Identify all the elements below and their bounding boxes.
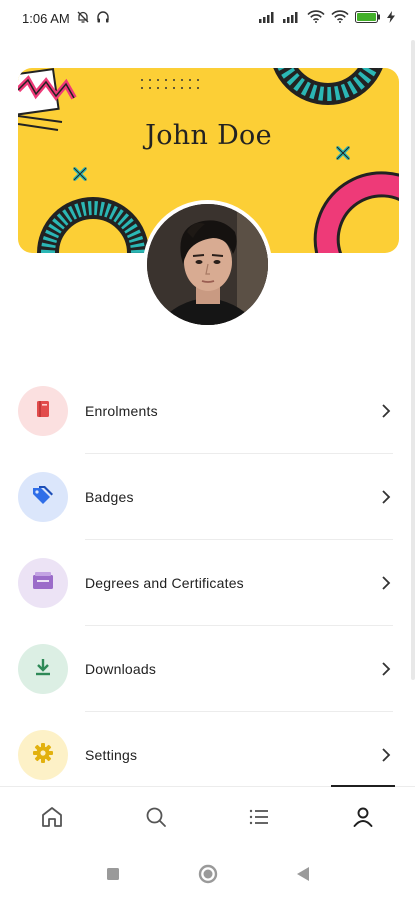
status-bar: 1:06 AM bbox=[0, 0, 415, 36]
profile-name: John Doe bbox=[145, 120, 272, 151]
tab-list[interactable] bbox=[208, 787, 312, 852]
menu-label-downloads: Downloads bbox=[85, 661, 157, 677]
home-circle-icon[interactable] bbox=[198, 864, 218, 889]
tab-search[interactable] bbox=[104, 787, 208, 852]
system-nav-bar bbox=[0, 852, 415, 900]
certificate-icon bbox=[31, 571, 55, 596]
chevron-right-icon bbox=[379, 748, 393, 762]
enrolments-icon-circle bbox=[18, 386, 68, 436]
status-right bbox=[259, 10, 395, 26]
chevron-right-icon bbox=[379, 490, 393, 504]
gear-icon bbox=[32, 742, 54, 769]
search-icon bbox=[144, 805, 168, 834]
menu-item-downloads[interactable]: Downloads bbox=[0, 626, 415, 712]
battery-icon bbox=[355, 10, 381, 26]
menu-label-degrees: Degrees and Certificates bbox=[85, 575, 244, 591]
profile-icon bbox=[351, 805, 375, 834]
recents-square-icon[interactable] bbox=[106, 867, 120, 886]
home-icon bbox=[40, 805, 64, 834]
wifi-icon bbox=[307, 10, 325, 26]
menu-label-enrolments: Enrolments bbox=[85, 403, 158, 419]
wifi-icon-2 bbox=[331, 10, 349, 26]
degrees-icon-circle bbox=[18, 558, 68, 608]
muted-bell-icon bbox=[76, 10, 90, 27]
downloads-icon-circle bbox=[18, 644, 68, 694]
bottom-nav bbox=[0, 785, 415, 852]
signal-icon-2 bbox=[283, 11, 301, 26]
menu-label-settings: Settings bbox=[85, 747, 138, 763]
tab-profile[interactable] bbox=[311, 785, 415, 852]
status-time: 1:06 AM bbox=[22, 10, 70, 26]
chevron-right-icon bbox=[379, 576, 393, 590]
download-icon bbox=[33, 657, 53, 682]
book-icon bbox=[33, 399, 53, 424]
signal-icon bbox=[259, 11, 277, 26]
list-icon bbox=[247, 805, 271, 834]
avatar bbox=[147, 204, 268, 325]
menu-label-badges: Badges bbox=[85, 489, 134, 505]
chevron-right-icon bbox=[379, 662, 393, 676]
avatar-frame[interactable] bbox=[143, 200, 272, 329]
menu-item-badges[interactable]: Badges bbox=[0, 454, 415, 540]
chevron-right-icon bbox=[379, 404, 393, 418]
menu-item-enrolments[interactable]: Enrolments bbox=[0, 368, 415, 454]
menu-item-degrees-and-certificates[interactable]: Degrees and Certificates bbox=[0, 540, 415, 626]
back-triangle-icon[interactable] bbox=[296, 866, 310, 887]
tag-icon bbox=[31, 485, 55, 510]
profile-menu: Enrolments Badges Degrees and Certificat… bbox=[0, 368, 415, 798]
status-left: 1:06 AM bbox=[22, 10, 110, 27]
headphones-icon bbox=[96, 10, 110, 27]
charging-bolt-icon bbox=[387, 10, 395, 26]
settings-icon-circle bbox=[18, 730, 68, 780]
badges-icon-circle bbox=[18, 472, 68, 522]
tab-home[interactable] bbox=[0, 787, 104, 852]
